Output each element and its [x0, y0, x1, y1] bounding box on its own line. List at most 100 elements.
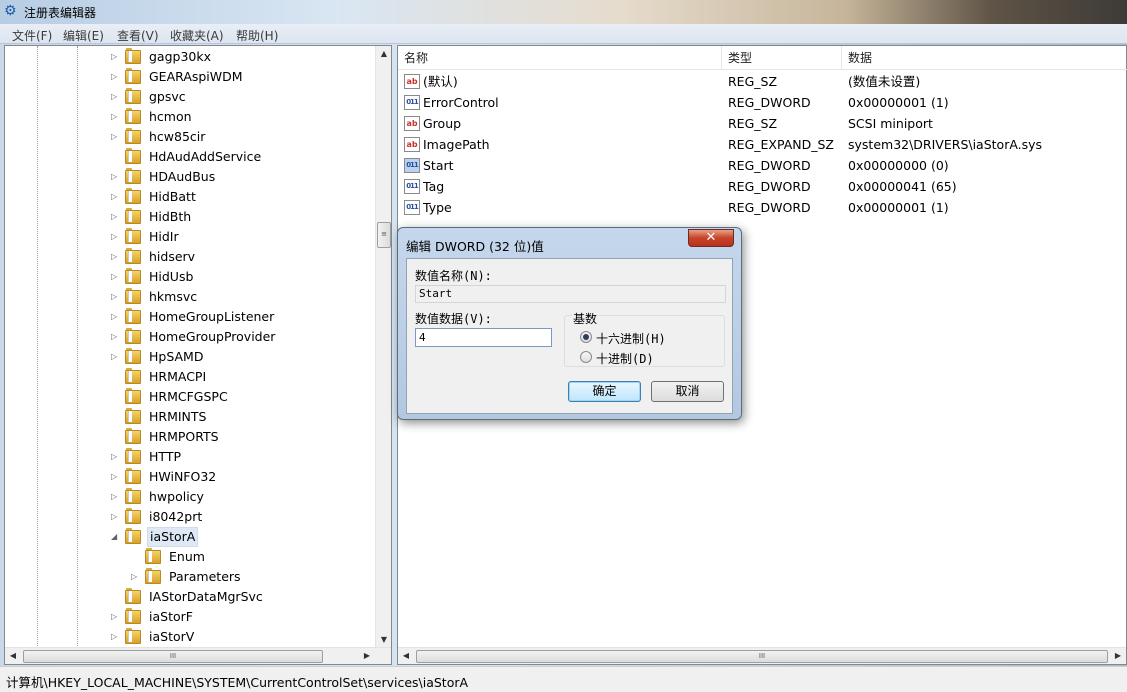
- tree-node-label: HTTP: [149, 449, 181, 464]
- folder-icon: [125, 408, 141, 424]
- value-row[interactable]: 011 ErrorControl REG_DWORD 0x00000001 (1): [398, 92, 1127, 113]
- scroll-down-arrow-icon[interactable]: ▼: [376, 632, 392, 648]
- tree-node[interactable]: ▷ HomeGroupListener: [111, 307, 377, 327]
- expand-arrow-icon[interactable]: ▷: [111, 247, 121, 267]
- tree-node[interactable]: ▷ hidserv: [111, 247, 377, 267]
- expand-arrow-icon[interactable]: ▷: [111, 467, 121, 487]
- tree-node[interactable]: ▷ GEARAspiWDM: [111, 67, 377, 87]
- tree-vertical-scrollbar[interactable]: ▲ ≡ ▼: [375, 46, 391, 648]
- value-row[interactable]: 011 Start REG_DWORD 0x00000000 (0): [398, 155, 1127, 176]
- expand-arrow-icon[interactable]: ▷: [111, 307, 121, 327]
- menu-file[interactable]: 文件(F): [12, 27, 52, 44]
- tree-node[interactable]: ▷ iaStorF: [111, 607, 377, 627]
- tree-node[interactable]: ▷ HDAudBus: [111, 167, 377, 187]
- tree-node[interactable]: ▷ i8042prt: [111, 507, 377, 527]
- tree-node[interactable]: HdAudAddService: [111, 147, 377, 167]
- expand-arrow-icon[interactable]: ▷: [111, 227, 121, 247]
- expand-arrow-icon[interactable]: ▷: [111, 287, 121, 307]
- tree-vscroll-thumb[interactable]: ≡: [377, 222, 391, 248]
- expand-arrow-icon[interactable]: ▷: [111, 487, 121, 507]
- tree-node[interactable]: ▷ gpsvc: [111, 87, 377, 107]
- expand-arrow-icon[interactable]: ▷: [111, 167, 121, 187]
- scroll-left-arrow-icon[interactable]: ◀: [398, 648, 414, 664]
- tree-node[interactable]: ▷ HTTP: [111, 447, 377, 467]
- expand-arrow-icon[interactable]: ▷: [111, 327, 121, 347]
- tree-node[interactable]: ▷ hwpolicy: [111, 487, 377, 507]
- expand-arrow-icon[interactable]: ▷: [111, 187, 121, 207]
- expand-arrow-icon[interactable]: ▷: [111, 67, 121, 87]
- dialog-body: 数值名称(N): Start 数值数据(V): 4 基数 十六进制(H) 十进制…: [406, 258, 733, 414]
- tree-node[interactable]: ▷ HpSAMD: [111, 347, 377, 367]
- value-row[interactable]: ab ImagePath REG_EXPAND_SZ system32\DRIVERS…: [398, 134, 1127, 155]
- tree-node[interactable]: ▷ HidBatt: [111, 187, 377, 207]
- tree-node-label: HRMINTS: [149, 409, 207, 424]
- radio-hex-label[interactable]: 十六进制(H): [596, 330, 666, 347]
- tree-node[interactable]: ▷ iaStorV: [111, 627, 377, 647]
- tree-node[interactable]: ▷ hcmon: [111, 107, 377, 127]
- tree-node[interactable]: Enum: [131, 547, 377, 567]
- tree-node[interactable]: ▷ HidUsb: [111, 267, 377, 287]
- dialog-close-button[interactable]: ✕: [688, 229, 734, 247]
- expand-arrow-icon[interactable]: ▷: [111, 87, 121, 107]
- tree-node[interactable]: ◢ iaStorA: [111, 527, 377, 547]
- tree-node[interactable]: ▷ hcw85cir: [111, 127, 377, 147]
- expand-arrow-icon[interactable]: ▷: [131, 567, 141, 587]
- tree-node[interactable]: ▷ hkmsvc: [111, 287, 377, 307]
- column-header-name[interactable]: 名称: [398, 46, 722, 70]
- radio-hex[interactable]: [580, 331, 592, 343]
- tree-node[interactable]: HRMCFGSPC: [111, 387, 377, 407]
- value-type-cell: REG_EXPAND_SZ: [728, 137, 834, 152]
- tree-node[interactable]: ▷ HWiNFO32: [111, 467, 377, 487]
- ok-button[interactable]: 确定: [568, 381, 641, 402]
- expand-arrow-icon[interactable]: ◢: [111, 527, 121, 547]
- scroll-right-arrow-icon[interactable]: ▶: [359, 648, 375, 664]
- value-row[interactable]: 011 Tag REG_DWORD 0x00000041 (65): [398, 176, 1127, 197]
- tree-node[interactable]: HRMACPI: [111, 367, 377, 387]
- menu-help[interactable]: 帮助(H): [236, 27, 278, 44]
- column-header-data[interactable]: 数据: [842, 46, 1127, 70]
- folder-icon: [125, 388, 141, 404]
- column-header-type[interactable]: 类型: [722, 46, 842, 70]
- tree-node[interactable]: ▷ HidIr: [111, 227, 377, 247]
- value-row[interactable]: ab Group REG_SZ SCSI miniport: [398, 113, 1127, 134]
- value-row[interactable]: 011 Type REG_DWORD 0x00000001 (1): [398, 197, 1127, 218]
- cancel-button[interactable]: 取消: [651, 381, 724, 402]
- expand-arrow-icon[interactable]: ▷: [111, 127, 121, 147]
- tree-node[interactable]: ▷ HomeGroupProvider: [111, 327, 377, 347]
- list-horizontal-scrollbar[interactable]: ◀ III ▶: [398, 647, 1126, 664]
- expand-arrow-icon[interactable]: ▷: [111, 507, 121, 527]
- tree-node-label: hidserv: [149, 249, 196, 264]
- expand-arrow-icon[interactable]: ▷: [111, 627, 121, 647]
- value-data-input[interactable]: 4: [415, 328, 552, 347]
- tree-node[interactable]: HRMINTS: [111, 407, 377, 427]
- scroll-up-arrow-icon[interactable]: ▲: [376, 46, 392, 62]
- list-hscroll-thumb[interactable]: III: [416, 650, 1108, 663]
- tree-hscroll-thumb[interactable]: III: [23, 650, 323, 663]
- radio-decimal-label[interactable]: 十进制(D): [596, 350, 654, 367]
- tree-node-label: gagp30kx: [149, 49, 212, 64]
- scroll-left-arrow-icon[interactable]: ◀: [5, 648, 21, 664]
- expand-arrow-icon[interactable]: ▷: [111, 447, 121, 467]
- scroll-right-arrow-icon[interactable]: ▶: [1110, 648, 1126, 664]
- value-type-cell: REG_SZ: [728, 74, 778, 89]
- expand-arrow-icon[interactable]: ▷: [111, 267, 121, 287]
- tree-node[interactable]: ▷ Parameters: [131, 567, 377, 587]
- tree-node[interactable]: IAStorDataMgrSvc: [111, 587, 377, 607]
- registry-tree-pane[interactable]: ▷ gagp30kx ▷ GEARAspiWDM ▷ gpsvc ▷ hcmon ▷ hcw85c…: [4, 45, 392, 665]
- tree-node[interactable]: ▷ HidBth: [111, 207, 377, 227]
- menu-view[interactable]: 查看(V): [117, 27, 159, 44]
- tree-node[interactable]: HRMPORTS: [111, 427, 377, 447]
- menu-edit[interactable]: 编辑(E): [63, 27, 104, 44]
- expand-arrow-icon[interactable]: ▷: [111, 347, 121, 367]
- folder-icon: [125, 248, 141, 264]
- radio-decimal[interactable]: [580, 351, 592, 363]
- expand-arrow-icon[interactable]: ▷: [111, 607, 121, 627]
- expand-arrow-icon[interactable]: ▷: [111, 207, 121, 227]
- tree-horizontal-scrollbar[interactable]: ◀ III ▶: [5, 647, 391, 664]
- menu-favorites[interactable]: 收藏夹(A): [170, 27, 224, 44]
- tree-node[interactable]: ▷ gagp30kx: [111, 47, 377, 67]
- value-row[interactable]: ab (默认) REG_SZ (数值未设置): [398, 71, 1127, 92]
- folder-icon: [125, 468, 141, 484]
- expand-arrow-icon[interactable]: ▷: [111, 47, 121, 67]
- expand-arrow-icon[interactable]: ▷: [111, 107, 121, 127]
